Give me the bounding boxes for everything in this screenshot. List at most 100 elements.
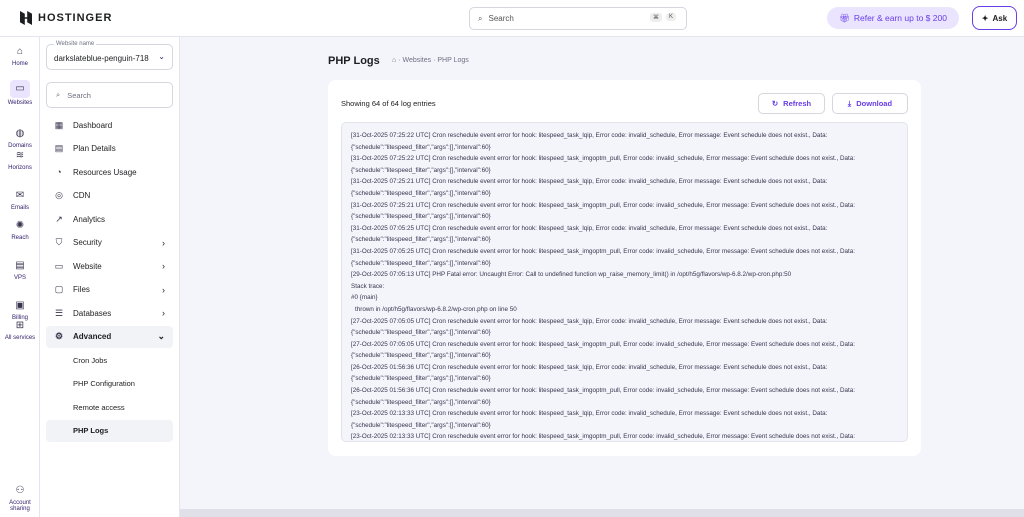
log-line: {"schedule":"litespeed_filter","args":[]… (351, 375, 491, 383)
sidebar-item-label: Databases (73, 308, 112, 318)
sidebar-item-resources-usage[interactable]: ◔ Resources Usage (46, 161, 173, 183)
log-count: Showing 64 of 64 log entries (341, 99, 436, 108)
rail-item-label: VPS (13, 275, 26, 281)
download-icon: ⤓ (847, 98, 852, 108)
sidebar-item-analytics[interactable]: ↗ Analytics (46, 208, 173, 230)
chevron-down-icon: ⌄ (158, 52, 165, 61)
rail-item-domains[interactable]: ◍ Domains (0, 127, 40, 149)
rail-item-label: Home (11, 61, 28, 67)
sidebar-item-dashboard[interactable]: ▦ Dashboard (46, 114, 173, 136)
log-line: {"schedule":"litespeed_filter","args":[]… (351, 259, 491, 267)
horizontal-scrollbar[interactable] (180, 509, 1024, 517)
log-line: [26-Oct-2025 01:56:36 UTC] Cron reschedu… (351, 363, 828, 371)
sidebar-item-label: Website (73, 261, 102, 271)
website-select[interactable]: Website name darkslateblue-penguin-718 ⌄ (46, 41, 173, 70)
website-select-label: Website name (54, 41, 97, 47)
website-icon: ▭ (54, 260, 64, 271)
sidebar-item-advanced[interactable]: ⚙ Advanced ⌄ (46, 325, 173, 348)
rail-item-emails[interactable]: ✉ Emails (0, 189, 40, 211)
sidebar-item-label: Resources Usage (73, 167, 137, 177)
rail-item-all-services[interactable]: ⊞ All services (0, 319, 40, 341)
log-line: [27-Oct-2025 07:05:05 UTC] Cron reschedu… (351, 340, 856, 348)
plan-details-icon: ▤ (54, 143, 64, 153)
account-sharing-icon: ⚇ (15, 485, 25, 496)
download-button[interactable]: ⤓ Download (832, 93, 908, 114)
shortcut-key: ⌘ (650, 13, 662, 22)
rail-item-websites[interactable]: ▭ Websites (0, 80, 40, 106)
hostinger-logo-icon (20, 11, 32, 25)
log-line: Stack trace: (351, 282, 385, 290)
sidebar-item-files[interactable]: ▢ Files › (46, 279, 173, 301)
sidebar-item-label: Security (73, 238, 102, 247)
sidebar-item-cdn[interactable]: ◎ CDN (46, 185, 173, 207)
rail-item-reach[interactable]: ✺ Reach (0, 219, 40, 241)
billing-icon: ▣ (15, 300, 25, 311)
vps-icon: ▤ (15, 260, 25, 271)
cdn-icon: ◎ (55, 190, 63, 200)
log-line: [26-Oct-2025 01:56:36 UTC] Cron reschedu… (351, 387, 856, 395)
chevron-down-icon: ⌄ (157, 331, 165, 341)
domains-icon: ◍ (15, 128, 25, 139)
log-line: thrown in /opt/h5g/flavors/wp-6.8.2/wp-c… (355, 305, 517, 313)
log-line: [31-Oct-2025 07:25:21 UTC] Cron reschedu… (351, 201, 856, 209)
rail-item-vps[interactable]: ▤ VPS (0, 259, 40, 281)
ask-label: Ask (992, 13, 1008, 23)
breadcrumb-text[interactable]: · Websites · PHP Logs (398, 57, 469, 64)
main-rail: ⌂ Home ▭ Websites ◍ Domains ≋ Horizons ✉ Emails ✺ R… (0, 37, 40, 517)
log-line: {"schedule":"litespeed_filter","args":[]… (351, 329, 491, 337)
log-line: [27-Oct-2025 07:05:05 UTC] Cron reschedu… (351, 317, 828, 325)
resources-usage-icon: ◔ (56, 167, 62, 177)
refresh-button[interactable]: ↻ Refresh (758, 93, 825, 114)
search-icon: ⌕ (56, 90, 61, 99)
security-icon: ⛉ (55, 237, 63, 247)
hostinger-logo[interactable]: HOSTINGER (20, 11, 112, 25)
rail-item-billing[interactable]: ▣ Billing (0, 299, 40, 321)
reach-icon: ✺ (15, 220, 25, 231)
log-line: {"schedule":"litespeed_filter","args":[]… (351, 352, 491, 360)
emails-icon: ✉ (15, 190, 25, 201)
analytics-icon: ↗ (55, 213, 63, 224)
rail-item-horizons[interactable]: ≋ Horizons (0, 149, 40, 171)
rail-item-account-sharing[interactable]: ⚇ Account sharing (0, 484, 40, 512)
sidebar-subitem-php-configuration[interactable]: PHP Configuration (46, 373, 173, 395)
rail-item-home[interactable]: ⌂ Home (0, 45, 40, 67)
search-icon: ⌕ (478, 13, 483, 23)
sidebar-item-label: Dashboard (73, 120, 113, 130)
sidebar-subitem-php-logs[interactable]: PHP Logs (46, 419, 173, 442)
rail-item-label: All services (4, 335, 36, 341)
horizons-icon: ≋ (15, 150, 25, 161)
sidebar-item-plan-details[interactable]: ▤ Plan Details (46, 138, 173, 160)
gift-icon: 🎁︎ (839, 12, 850, 23)
log-line: {"schedule":"litespeed_filter","args":[]… (351, 189, 491, 197)
sidebar-item-databases[interactable]: ☰ Databases › (46, 302, 173, 324)
log-line: [31-Oct-2025 07:25:21 UTC] Cron reschedu… (351, 178, 828, 186)
rail-item-label: Emails (10, 205, 29, 211)
website-sidebar: Website name darkslateblue-penguin-718 ⌄ ⌕… (40, 37, 180, 517)
page-title: PHP Logs (328, 55, 380, 67)
log-line: [31-Oct-2025 07:05:25 UTC] Cron reschedu… (351, 247, 856, 255)
global-search[interactable]: ⌕ Search ⌘ K (469, 7, 687, 30)
log-line: {"schedule":"litespeed_filter","args":[]… (351, 166, 491, 174)
refer-earn-button[interactable]: 🎁︎ Refer & earn up to $ 200 (827, 7, 959, 29)
logs-card: Showing 64 of 64 log entries ↻ Refresh ⤓ D… (328, 80, 921, 456)
ask-button[interactable]: ✦ Ask (972, 6, 1017, 30)
sidebar-item-label: Analytics (73, 214, 106, 224)
sidebar-item-security[interactable]: ⛉ Security › (46, 232, 173, 254)
websites-icon: ▭ (10, 80, 30, 98)
log-viewer[interactable]: [31-Oct-2025 07:25:22 UTC] Cron reschedu… (341, 122, 908, 442)
sidebar-search-input[interactable]: ⌕ Search (46, 82, 173, 108)
download-label: Download (856, 99, 893, 108)
sidebar-item-website[interactable]: ▭ Website › (46, 255, 173, 277)
chevron-right-icon: › (162, 308, 165, 318)
rail-item-label: Reach (11, 235, 29, 241)
refer-label: Refer & earn up to $ 200 (853, 13, 947, 23)
log-line: [23-Oct-2025 02:13:33 UTC] Cron reschedu… (351, 410, 828, 418)
rail-item-label: Horizons (8, 165, 32, 171)
search-placeholder: Search (488, 14, 514, 23)
sidebar-item-label: Advanced (73, 332, 112, 341)
sidebar-subitem-remote-access[interactable]: Remote access (46, 396, 173, 418)
sidebar-subitem-cron-jobs[interactable]: Cron Jobs (46, 349, 173, 371)
rail-item-label: Websites (7, 100, 33, 106)
log-line: #0 {main} (351, 294, 378, 302)
log-line: {"schedule":"litespeed_filter","args":[]… (351, 236, 491, 244)
